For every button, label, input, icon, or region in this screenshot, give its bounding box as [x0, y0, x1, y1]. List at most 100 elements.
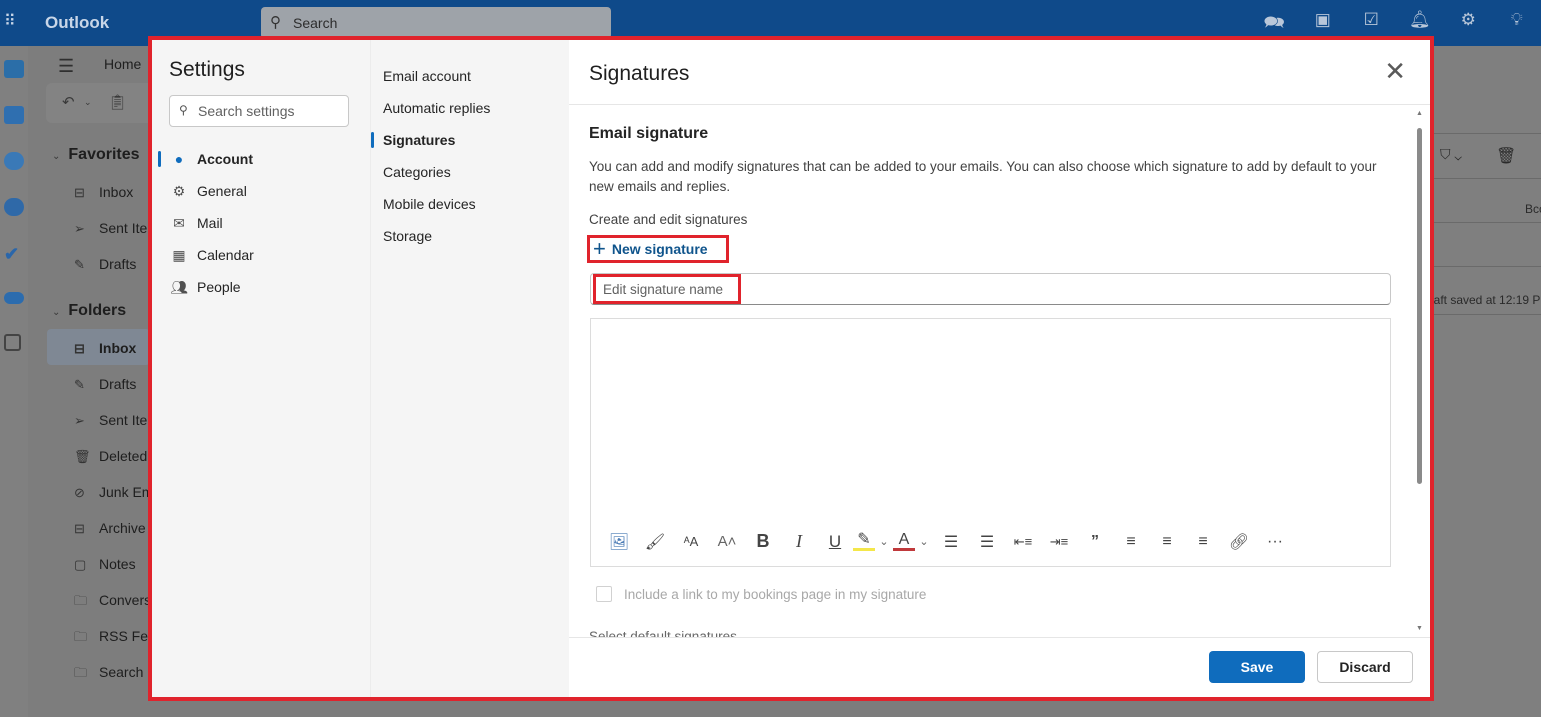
discard-button[interactable]: Discard: [1317, 651, 1413, 683]
bcc-label[interactable]: Bcc: [1525, 202, 1541, 216]
scrollbar-thumb[interactable]: [1417, 128, 1422, 484]
favorites-header[interactable]: ⌄ Favorites: [52, 146, 140, 164]
security-icon[interactable]: ⛉ ⌄: [1440, 146, 1462, 163]
draft-status: Draft saved at 12:19 PM: [1421, 293, 1541, 307]
subcategory-categories[interactable]: Categories: [383, 164, 451, 180]
divider: [1430, 266, 1541, 267]
signature-name-input[interactable]: [593, 274, 741, 304]
settings-category-calendar[interactable]: ▦ Calendar: [170, 243, 253, 267]
undo-icon[interactable]: ↶: [62, 93, 75, 111]
more-options-icon[interactable]: ···: [1257, 533, 1293, 551]
folder-item[interactable]: 🗀 Conversation History: [74, 592, 150, 614]
close-icon[interactable]: ✕: [1384, 56, 1406, 87]
italic-icon[interactable]: I: [781, 531, 817, 552]
align-center-icon[interactable]: ≡: [1149, 533, 1185, 551]
more-apps-icon[interactable]: [4, 334, 21, 351]
chevron-down-icon[interactable]: ⌄: [915, 535, 933, 548]
chevron-down-icon: ⌄: [52, 151, 61, 162]
tips-lightbulb-icon[interactable]: 💡︎: [1493, 10, 1541, 39]
highlight-icon[interactable]: ✎: [853, 532, 875, 551]
save-button[interactable]: Save: [1209, 651, 1305, 683]
teams-app-icon[interactable]: [4, 198, 24, 216]
align-left-icon[interactable]: ≡: [1113, 533, 1149, 551]
send-icon: ➢: [74, 413, 85, 428]
notifications-icon[interactable]: 🔔︎: [1396, 10, 1445, 39]
home-tab[interactable]: Home: [104, 56, 141, 72]
insert-picture-icon[interactable]: 🖼︎: [601, 532, 637, 552]
folder-item[interactable]: ▢ Notes: [74, 556, 150, 573]
numbering-icon[interactable]: ☰: [969, 532, 1005, 552]
quote-icon[interactable]: ”: [1077, 533, 1113, 551]
chevron-down-icon[interactable]: ⌄: [875, 535, 893, 548]
onedrive-app-icon[interactable]: [4, 292, 24, 304]
align-right-icon[interactable]: ≡: [1185, 533, 1221, 551]
new-signature-button[interactable]: + New signature: [587, 235, 729, 263]
underline-icon[interactable]: U: [817, 532, 853, 552]
folder-item[interactable]: 🗑︎ Deleted Items: [74, 448, 150, 465]
signature-editor[interactable]: 🖼︎ 🖌︎ ᴬA A˄ B I U ✎ ⌄ A ⌄ ☰ ☰ ⇤≡ ⇥≡ ” ≡ …: [590, 318, 1391, 567]
subcategory-automatic-replies[interactable]: Automatic replies: [383, 100, 490, 116]
selection-indicator: [158, 151, 161, 167]
favorite-item[interactable]: ⊟ Inbox: [74, 184, 150, 201]
subcategory-storage[interactable]: Storage: [383, 228, 432, 244]
link-icon[interactable]: 🔗︎: [1221, 532, 1257, 552]
search-settings-input[interactable]: ⚲ Search settings: [169, 95, 349, 127]
category-label: Mail: [197, 215, 223, 231]
calendar-app-icon[interactable]: [4, 106, 24, 124]
bottom-background: [150, 699, 1430, 717]
search-box[interactable]: ⚲ Search: [261, 7, 611, 39]
settings-gear-icon[interactable]: ⚙: [1444, 10, 1493, 39]
todo-app-icon[interactable]: ✔: [4, 244, 24, 264]
chevron-down-icon[interactable]: ⌄: [84, 97, 92, 108]
subcategory-email-account[interactable]: Email account: [383, 68, 471, 84]
folder-item[interactable]: ✎ Drafts: [74, 376, 150, 393]
folder-pane: ☰ Home ↶ ⌄ 📋︎ ⌄ Favorites ⊟ Inbox ➢ Sent It…: [28, 46, 156, 717]
favorite-item[interactable]: ✎ Drafts: [74, 256, 150, 273]
scroll-down-icon[interactable]: ▼: [1416, 625, 1423, 632]
mail-icon: ✉: [173, 214, 185, 231]
folder-item[interactable]: 🗀 Search Folders: [74, 664, 150, 686]
bullets-icon[interactable]: ☰: [933, 532, 969, 552]
folder-label: Drafts: [99, 256, 137, 272]
format-painter-icon[interactable]: 🖌︎: [637, 532, 673, 552]
increase-font-size-icon[interactable]: A˄: [709, 533, 745, 550]
folder-item[interactable]: ⊟ Archive: [74, 520, 150, 537]
folders-header[interactable]: ⌄ Folders: [52, 302, 126, 320]
bookings-checkbox[interactable]: [596, 586, 612, 602]
decrease-indent-icon[interactable]: ⇤≡: [1005, 534, 1041, 550]
divider: [569, 637, 1430, 638]
search-folder-icon: 🗀: [74, 665, 88, 680]
folder-item[interactable]: 🗀 RSS Feeds: [74, 628, 150, 650]
clipboard-icon[interactable]: 📋︎: [108, 93, 127, 111]
feedback-icon[interactable]: 🗪: [1250, 10, 1299, 39]
font-color-icon[interactable]: A: [893, 532, 915, 551]
category-label: People: [197, 279, 241, 295]
folder-item[interactable]: ⊘ Junk Email: [74, 484, 150, 501]
folder-label: Notes: [99, 556, 136, 572]
trash-icon[interactable]: 🗑︎: [1496, 146, 1516, 166]
junk-folder-icon: ⊘: [74, 485, 85, 500]
font-size-icon[interactable]: ᴬA: [673, 534, 709, 549]
folder-item[interactable]: ⊟ Inbox: [74, 340, 150, 357]
search-placeholder: Search: [293, 15, 338, 31]
app-launcher-icon[interactable]: ⠿: [4, 13, 22, 31]
increase-indent-icon[interactable]: ⇥≡: [1041, 534, 1077, 550]
my-day-icon[interactable]: ☑: [1347, 10, 1396, 39]
favorite-item[interactable]: ➢ Sent Items: [74, 220, 150, 237]
archive-icon: ⊟: [74, 521, 85, 536]
hamburger-menu-icon[interactable]: ☰: [58, 56, 74, 77]
settings-category-people[interactable]: 👥︎ People: [170, 275, 241, 299]
bold-icon[interactable]: B: [745, 531, 781, 552]
subcategory-signatures[interactable]: Signatures: [383, 132, 455, 148]
settings-category-mail[interactable]: ✉ Mail: [170, 211, 223, 235]
people-app-icon[interactable]: [4, 152, 24, 170]
onenote-icon[interactable]: ▣: [1299, 10, 1348, 39]
settings-category-account[interactable]: ● Account: [170, 147, 253, 171]
scrollbar[interactable]: ▲ ▼: [1416, 110, 1424, 632]
settings-subcategories: Email account Automatic replies Signatur…: [370, 40, 569, 697]
folder-item[interactable]: ➢ Sent Items: [74, 412, 150, 429]
subcategory-mobile-devices[interactable]: Mobile devices: [383, 196, 476, 212]
mail-app-icon[interactable]: [4, 60, 24, 78]
settings-category-general[interactable]: ⚙ General: [170, 179, 247, 203]
scroll-up-icon[interactable]: ▲: [1416, 110, 1423, 117]
